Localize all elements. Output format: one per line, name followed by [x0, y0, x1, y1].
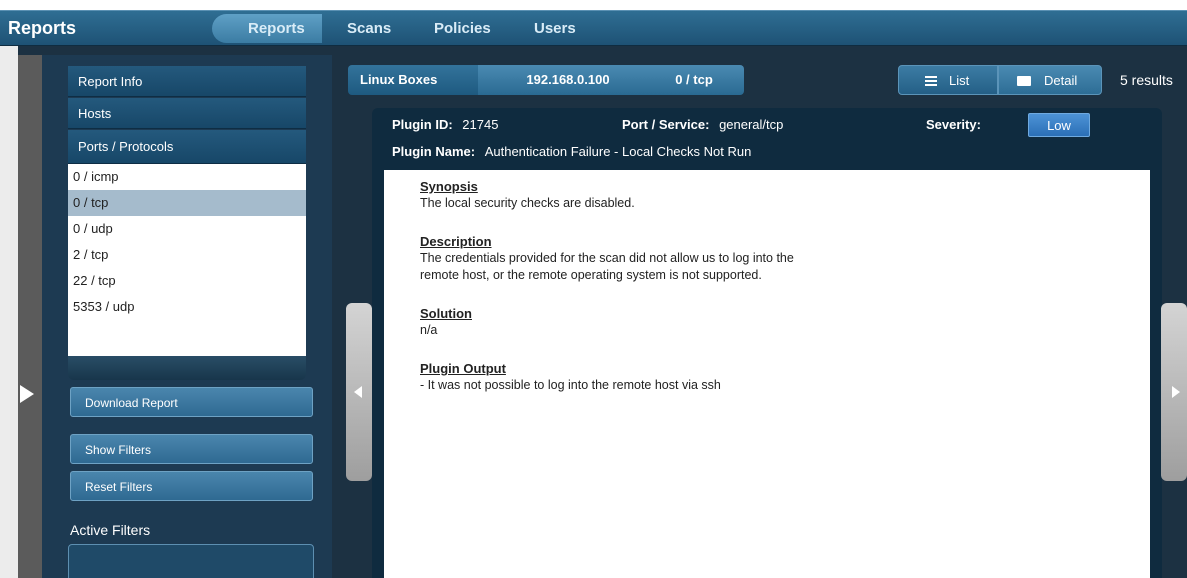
sidebar-item-hosts[interactable]: Hosts: [68, 98, 306, 129]
results-count: 5 results: [1120, 72, 1173, 88]
description-title: Description: [420, 234, 492, 249]
port-item-tcp-22[interactable]: 22 / tcp: [68, 268, 306, 294]
list-icon: [925, 76, 937, 86]
solution-section: Solution n/a: [420, 305, 472, 339]
plugin-name: Authentication Failure - Local Checks No…: [484, 144, 752, 159]
window-top-edge: [0, 0, 1187, 10]
port-list-footer: [68, 356, 306, 380]
nav-users[interactable]: Users: [534, 11, 576, 46]
breadcrumb-host[interactable]: 192.168.0.100: [478, 65, 658, 95]
list-label: List: [949, 73, 970, 88]
detail-label: Detail: [1044, 73, 1078, 88]
active-filters-label: Active Filters: [70, 522, 151, 538]
plugin-id: 21745: [462, 117, 499, 132]
plugin-detail-content: Synopsis The local security checks are d…: [384, 170, 1150, 578]
nav-policies[interactable]: Policies: [434, 11, 491, 46]
plugin-output-title: Plugin Output: [420, 361, 506, 376]
synopsis-section: Synopsis The local security checks are d…: [420, 178, 635, 212]
breadcrumb-port[interactable]: 0 / tcp: [644, 65, 744, 95]
port-item-icmp-0[interactable]: 0 / icmp: [68, 164, 306, 190]
download-report-button[interactable]: Download Report: [70, 387, 313, 417]
description-text-line1: The credentials provided for the scan di…: [420, 251, 794, 265]
synopsis-title: Synopsis: [420, 179, 478, 194]
solution-text: n/a: [420, 323, 438, 337]
port-item-tcp-2[interactable]: 2 / tcp: [68, 242, 306, 268]
background-page-strip: [0, 46, 18, 578]
reset-filters-button[interactable]: Reset Filters: [70, 471, 313, 501]
plugin-output-section: Plugin Output - It was not possible to l…: [420, 360, 721, 394]
list-view-button[interactable]: List: [898, 65, 998, 95]
plugin-name-label: Plugin Name:: [392, 144, 476, 159]
detail-view-button[interactable]: Detail: [998, 65, 1102, 95]
description-text-line2: remote host, or the remote operating sys…: [420, 268, 762, 282]
severity-badge: Low: [1028, 113, 1090, 137]
right-arrow-icon: [1172, 386, 1180, 398]
synopsis-text: The local security checks are disabled.: [420, 196, 635, 210]
port-item-udp-5353[interactable]: 5353 / udp: [68, 294, 306, 320]
nav-scans[interactable]: Scans: [347, 11, 391, 46]
breadcrumb-group[interactable]: Linux Boxes: [348, 65, 492, 95]
nav-reports[interactable]: Reports: [248, 11, 305, 46]
sidebar-collapse-strip[interactable]: [18, 55, 42, 578]
top-nav-bar: Reports Reports Scans Policies Users: [0, 10, 1187, 46]
port-list: 0 / icmp 0 / tcp 0 / udp 2 / tcp 22 / tc…: [68, 164, 306, 356]
solution-title: Solution: [420, 306, 472, 321]
active-filters-box: [68, 544, 314, 578]
expand-arrow-icon[interactable]: [20, 385, 34, 403]
previous-result-button[interactable]: [346, 303, 372, 481]
next-result-button[interactable]: [1161, 303, 1187, 481]
description-section: Description The credentials provided for…: [420, 233, 794, 284]
left-arrow-icon: [354, 386, 362, 398]
port-service-value: general/tcp: [719, 117, 784, 132]
sidebar-item-ports-protocols[interactable]: Ports / Protocols: [68, 130, 306, 164]
sidebar-item-report-info[interactable]: Report Info: [68, 66, 306, 97]
port-item-tcp-0[interactable]: 0 / tcp: [68, 190, 306, 216]
detail-icon: [1017, 76, 1031, 86]
plugin-id-label: Plugin ID:: [392, 117, 453, 132]
show-filters-button[interactable]: Show Filters: [70, 434, 313, 464]
port-service-label: Port / Service:: [622, 117, 710, 132]
severity-label: Severity:: [926, 117, 981, 132]
port-item-udp-0[interactable]: 0 / udp: [68, 216, 306, 242]
app-title: Reports: [8, 18, 77, 38]
plugin-output-text: - It was not possible to log into the re…: [420, 378, 721, 392]
